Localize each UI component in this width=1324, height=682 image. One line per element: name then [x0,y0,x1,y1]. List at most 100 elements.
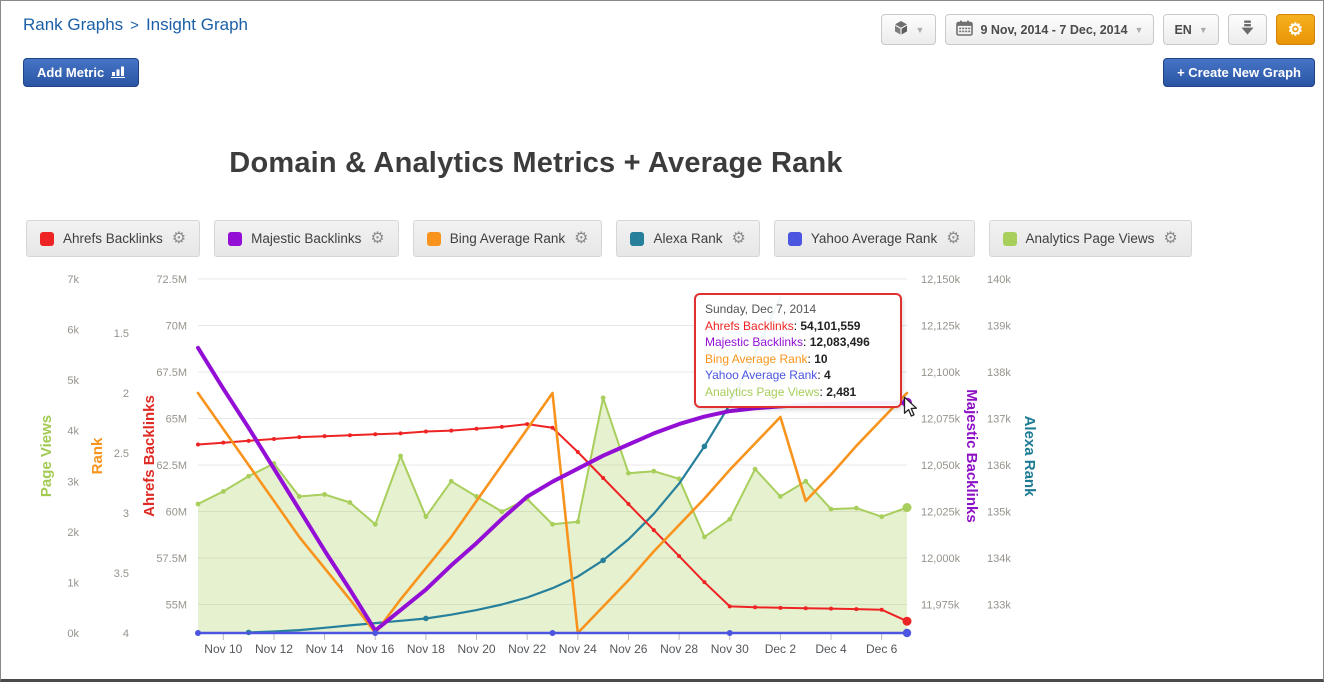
series-analytics-page-views-point [879,514,885,520]
y-tick-label: 12,025k [921,507,961,519]
legend-chip-alexa-rank[interactable]: Alexa Rank ⚙ [616,220,760,257]
y-tick-label: 3.5 [114,568,129,580]
series-yahoo-average-rank-point [726,630,733,636]
series-ahrefs-backlinks-point [727,604,732,609]
x-tick-label: Nov 14 [306,642,344,656]
breadcrumb-separator: > [130,17,139,34]
series-ahrefs-backlinks-point [246,438,251,443]
y-tick-label: 1k [67,577,79,589]
tooltip-row-value: 4 [823,368,831,382]
tooltip-row-label: Analytics Page Views [705,384,820,399]
axis-title-alexa-rank: Alexa Rank [1021,416,1038,498]
y-tick-label: 133k [987,600,1011,612]
breadcrumb-insight-graph-link[interactable]: Insight Graph [146,15,248,34]
legend-swatch [630,231,645,246]
settings-button[interactable]: ⚙ [1275,14,1315,45]
y-tick-label: 1.5 [114,328,129,340]
y-tick-label: 3k [67,476,79,488]
chart-canvas[interactable]: Nov 10 Nov 12 Nov 14 Nov 16 Nov 18 Nov 20 Nov … [1,1,1324,682]
legend-label: Alexa Rank [653,231,723,246]
y-tick-label: 70M [166,321,187,333]
y-tick-label: 11,975k [921,600,960,612]
series-ahrefs-backlinks-point [196,442,200,447]
add-metric-button[interactable]: Add Metric [23,58,140,87]
x-tick-label: Nov 16 [356,642,394,656]
breadcrumb-rank-graphs-link[interactable]: Rank Graphs [23,15,123,34]
legend: Ahrefs Backlinks ⚙ Majestic Backlinks ⚙ … [26,220,1192,257]
y-tick-label: 0k [67,628,79,640]
toolbar: ▼ 9 Nov, 2014 - 7 Dec, 2014 ▼ EN ▼ ⚙ [880,14,1315,45]
legend-label: Bing Average Rank [449,231,566,246]
tooltip-date: Sunday, Dec 7, 2014 [705,302,817,316]
series-analytics-page-views-point [828,506,834,512]
tooltip-row: Analytics Page Views: 2,481 [705,384,857,399]
x-tick-label: Nov 22 [508,642,546,656]
x-tick-label: Dec 6 [866,642,898,656]
y-tick-label: 12,125k [921,321,961,333]
legend-chip-ahrefs-backlinks[interactable]: Ahrefs Backlinks ⚙ [26,220,201,257]
gear-icon[interactable]: ⚙ [574,230,588,247]
calendar-icon [956,20,974,39]
series-analytics-page-views-point [246,473,252,479]
series-analytics-page-views-point [296,494,302,499]
x-tick-label: Nov 12 [255,642,293,656]
legend-chip-yahoo-average-rank[interactable]: Yahoo Average Rank ⚙ [773,220,975,257]
legend-chip-bing-average-rank[interactable]: Bing Average Rank ⚙ [412,220,603,257]
series-analytics-page-views-point [803,478,809,484]
series-analytics-page-views-point [651,468,657,474]
series-analytics-page-views-point [220,489,226,494]
mouse-cursor [903,396,919,423]
breadcrumb: Rank Graphs > Insight Graph [23,15,248,35]
series-ahrefs-backlinks-point [474,426,479,431]
create-new-graph-button[interactable]: + Create New Graph [1163,58,1315,87]
y-tick-label: 7k [67,274,79,286]
legend-swatch [1002,231,1017,246]
language-dropdown-button[interactable]: EN ▼ [1163,14,1219,45]
cube-icon [893,20,909,39]
y-tick-label: 12,000k [921,553,961,565]
series-ahrefs-backlinks-point [499,424,504,429]
date-range-label: 9 Nov, 2014 - 7 Dec, 2014 [980,22,1128,37]
module-dropdown-button[interactable]: ▼ [880,14,937,45]
gear-icon[interactable]: ⚙ [370,230,384,247]
y-tick-label: 55M [166,600,187,612]
gear-icon[interactable]: ⚙ [732,230,746,247]
x-tick-label: Nov 26 [609,642,647,656]
y-tick-label: 140k [987,274,1011,286]
x-tick-label: Nov 24 [559,642,597,656]
series-analytics-page-views-point [347,500,353,505]
tooltip-row-label: Majestic Backlinks [705,335,804,349]
series-yahoo-average-rank-point [372,630,379,636]
series-analytics-page-views-point [626,470,631,476]
series-alexa-rank-point [701,443,708,450]
gear-icon[interactable]: ⚙ [1163,230,1177,247]
tooltip-row: Ahrefs Backlinks: 54,101,559 [705,318,861,333]
download-button[interactable] [1227,14,1267,45]
series-ahrefs-backlinks-point [271,436,276,441]
y-tick-label: 4 [123,628,129,640]
y-tick-label: 2 [123,388,129,400]
legend-swatch [426,231,441,246]
x-tick-label: Nov 28 [660,642,698,656]
y-tick-label: 12,050k [921,460,961,472]
series-ahrefs-backlinks-point [702,580,707,585]
series-ahrefs-backlinks-point [829,606,834,611]
y-tick-label: 62.5M [156,460,187,472]
gear-icon[interactable]: ⚙ [172,230,186,247]
legend-chip-analytics-page-views[interactable]: Analytics Page Views ⚙ [988,220,1192,257]
series-ahrefs-backlinks-point [854,607,859,612]
legend-swatch [228,231,243,246]
chevron-down-icon: ▼ [1198,24,1208,35]
series-ahrefs-backlinks-point [626,502,631,507]
series-ahrefs-backlinks-point [550,425,555,430]
series-ahrefs-backlinks-point [803,606,808,611]
axis-title-ahrefs-backlinks: Ahrefs Backlinks [141,395,158,517]
language-label: EN [1174,22,1192,37]
gear-icon[interactable]: ⚙ [946,230,960,247]
add-metric-label: Add Metric [37,65,105,80]
chart-tooltip: Sunday, Dec 7, 2014 Ahrefs Backlinks: 54… [694,293,902,408]
series-ahrefs-backlinks-point [221,440,226,445]
date-range-button[interactable]: 9 Nov, 2014 - 7 Dec, 2014 ▼ [945,14,1155,45]
legend-chip-majestic-backlinks[interactable]: Majestic Backlinks ⚙ [214,220,399,257]
series-analytics-page-views-point [499,509,505,515]
